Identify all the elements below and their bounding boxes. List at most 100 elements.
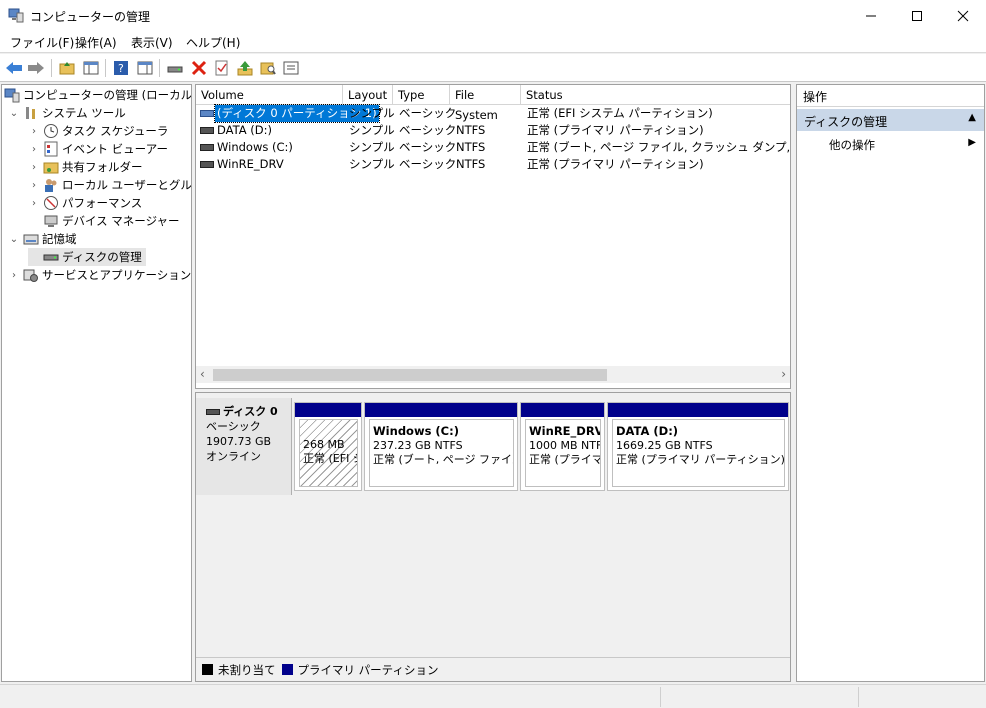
- partition-windows[interactable]: Windows (C:) 237.23 GB NTFS 正常 (ブート, ページ…: [364, 402, 518, 491]
- connect-button[interactable]: [165, 58, 185, 78]
- back-arrow-icon: [6, 62, 22, 74]
- actions-title: 操作: [797, 85, 984, 107]
- svg-text:?: ?: [118, 62, 124, 75]
- shared-folder-icon: [43, 162, 59, 174]
- performance-icon: [44, 196, 58, 210]
- close-button[interactable]: [940, 0, 986, 31]
- device-manager-icon: [44, 215, 58, 227]
- up-arrow-icon: [237, 61, 253, 76]
- tools-icon: [26, 107, 35, 119]
- legend-primary-label: プライマリ パーティション: [297, 662, 439, 677]
- toolbar: ?: [0, 54, 986, 82]
- submenu-arrow-icon: ▶: [968, 137, 976, 148]
- minimize-icon: [866, 15, 876, 16]
- tree-system-tools[interactable]: ⌄ システム ツール: [8, 104, 126, 122]
- legend-primary-swatch: [281, 664, 293, 675]
- delete-x-icon: [191, 60, 207, 76]
- status-bar: [0, 684, 986, 708]
- menu-file[interactable]: ファイル(F): [10, 34, 74, 51]
- actions-pane: 操作 ディスクの管理 ▲ 他の操作 ▶: [796, 84, 985, 682]
- expand-chevron-icon[interactable]: ›: [28, 144, 40, 155]
- back-button[interactable]: [4, 58, 24, 78]
- menu-view[interactable]: 表示(V): [131, 34, 173, 51]
- tree-services-apps[interactable]: › サービスとアプリケーション: [8, 266, 191, 284]
- show-hide-tree-button[interactable]: [81, 58, 101, 78]
- expand-chevron-icon[interactable]: ›: [28, 180, 40, 191]
- computer-management-icon: [4, 88, 20, 103]
- search-button[interactable]: [258, 58, 278, 78]
- folder-search-icon: [260, 62, 276, 75]
- tree-shared-folders[interactable]: › 共有フォルダー: [28, 158, 143, 176]
- storage-icon: [23, 234, 39, 245]
- action-pane-icon: [137, 61, 153, 75]
- column-header-status[interactable]: Status: [521, 85, 790, 105]
- volume-row[interactable]: WinRE_DRV シンプル ベーシック NTFS 正常 (プライマリ パーティ…: [196, 156, 790, 173]
- checklist-icon: [215, 60, 228, 76]
- help-button[interactable]: ?: [111, 58, 131, 78]
- tree-performance[interactable]: › パフォーマンス: [28, 194, 142, 212]
- collapse-up-icon[interactable]: ▲: [968, 112, 976, 123]
- users-icon: [45, 179, 57, 192]
- tree-disk-management[interactable]: ディスクの管理: [28, 248, 146, 266]
- horizontal-scrollbar[interactable]: ‹ ›: [196, 366, 790, 383]
- expand-chevron-icon[interactable]: ›: [8, 270, 20, 281]
- expand-chevron-icon[interactable]: ›: [28, 162, 40, 173]
- collapse-chevron-icon[interactable]: ⌄: [8, 108, 20, 119]
- forward-button[interactable]: [26, 58, 46, 78]
- expand-chevron-icon[interactable]: ›: [28, 198, 40, 209]
- minimize-button[interactable]: [848, 0, 894, 31]
- volume-row[interactable]: (ディスク 0 パーティション 1) シンプル ベーシック 正常 (EFI シス…: [196, 104, 790, 123]
- menu-action[interactable]: 操作(A): [75, 34, 117, 51]
- column-header-filesystem[interactable]: File System: [450, 85, 521, 122]
- close-icon: [957, 10, 969, 21]
- title-bar: コンピューターの管理: [0, 0, 986, 31]
- tree-event-viewer[interactable]: › イベント ビューアー: [28, 140, 168, 158]
- computer-management-icon: [8, 8, 24, 23]
- scroll-right-icon[interactable]: ›: [781, 367, 786, 381]
- collapse-chevron-icon[interactable]: ⌄: [8, 234, 20, 245]
- volume-row[interactable]: Windows (C:) シンプル ベーシック NTFS 正常 (ブート, ペー…: [196, 139, 790, 156]
- expand-chevron-icon[interactable]: ›: [28, 126, 40, 137]
- services-icon: [23, 269, 38, 282]
- maximize-button[interactable]: [894, 0, 940, 31]
- actions-other-operations[interactable]: 他の操作 ▶: [797, 134, 984, 154]
- partition-data[interactable]: DATA (D:) 1669.25 GB NTFS 正常 (プライマリ パーティ…: [607, 402, 789, 491]
- menu-help[interactable]: ヘルプ(H): [186, 34, 240, 51]
- column-header-type[interactable]: Type: [393, 85, 450, 105]
- volume-drive-icon: [200, 144, 214, 151]
- legend-unallocated-swatch: [202, 664, 213, 675]
- tree-device-manager[interactable]: デバイス マネージャー: [28, 212, 180, 230]
- tree-computer-management[interactable]: コンピューターの管理 (ローカル): [4, 86, 191, 104]
- partition-efi[interactable]: 268 MB 正常 (EFI シ: [294, 402, 362, 491]
- action-pane-button[interactable]: [135, 58, 155, 78]
- console-tree: コンピューターの管理 (ローカル) ⌄ システム ツール › タスク スケジュー…: [1, 84, 192, 682]
- volume-drive-icon: [200, 161, 214, 168]
- volume-row[interactable]: DATA (D:) シンプル ベーシック NTFS 正常 (プライマリ パーティ…: [196, 122, 790, 139]
- volume-list: Volume Layout Type File System Status (デ…: [195, 84, 791, 389]
- volume-drive-icon: [200, 110, 214, 117]
- properties-button[interactable]: [281, 58, 301, 78]
- import-button[interactable]: [235, 58, 255, 78]
- actions-section-disk-management[interactable]: ディスクの管理 ▲: [797, 109, 984, 131]
- check-button[interactable]: [212, 58, 232, 78]
- disk-label[interactable]: ディスク 0 ベーシック 1907.73 GB オンライン: [196, 398, 292, 495]
- window-title: コンピューターの管理: [30, 10, 151, 24]
- legend-unallocated-label: 未割り当て: [218, 662, 276, 677]
- folder-up-icon: [59, 62, 75, 75]
- disk-size: 1907.73 GB: [206, 435, 272, 448]
- partition-winre[interactable]: WinRE_DRV 1000 MB NTFS 正常 (プライマリ: [520, 402, 605, 491]
- scroll-left-icon[interactable]: ‹: [200, 367, 205, 381]
- delete-button[interactable]: [189, 58, 209, 78]
- tree-storage[interactable]: ⌄ 記憶域: [8, 230, 77, 248]
- up-folder-button[interactable]: [57, 58, 77, 78]
- column-header-layout[interactable]: Layout: [343, 85, 393, 105]
- tree-local-users[interactable]: › ローカル ユーザーとグループ: [28, 176, 191, 194]
- disk-name: ディスク 0: [223, 405, 278, 418]
- console-tree-icon: [83, 61, 99, 75]
- column-header-volume[interactable]: Volume: [196, 85, 343, 105]
- drive-icon: [167, 66, 183, 73]
- tree-task-scheduler[interactable]: › タスク スケジューラ: [28, 122, 168, 140]
- scrollbar-thumb[interactable]: [213, 369, 607, 381]
- forward-arrow-icon: [28, 62, 44, 74]
- disk-graphical-view: ディスク 0 ベーシック 1907.73 GB オンライン 268 MB 正常 …: [195, 392, 791, 682]
